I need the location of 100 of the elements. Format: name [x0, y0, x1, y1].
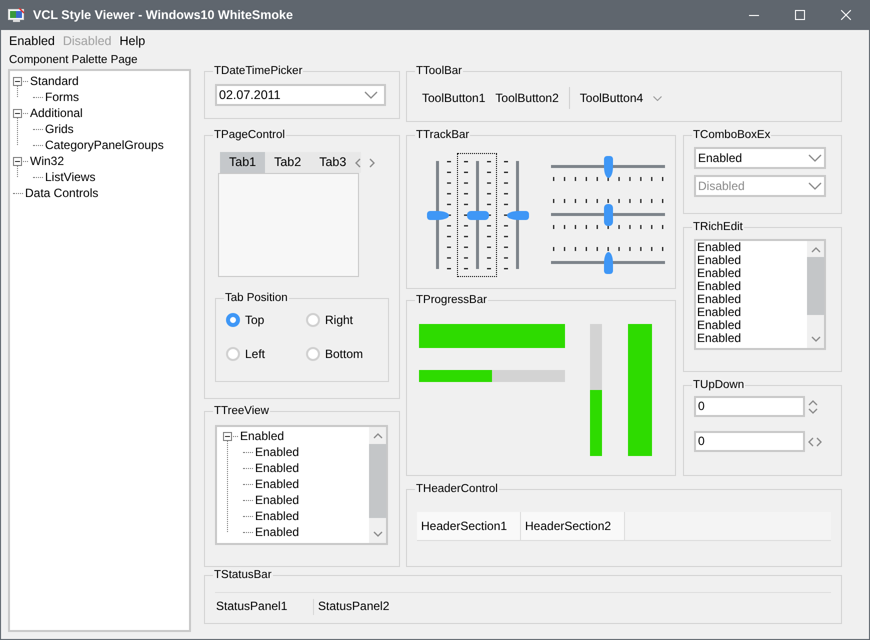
- vertical-slider[interactable]: [457, 153, 497, 277]
- slider-thumb[interactable]: [506, 210, 528, 220]
- tab[interactable]: Tab2: [265, 152, 310, 173]
- tree-item[interactable]: Win32: [30, 153, 64, 169]
- collapse-icon[interactable]: [13, 108, 22, 118]
- spin-right-icon[interactable]: [816, 436, 822, 446]
- tree-item[interactable]: Forms: [45, 89, 79, 105]
- tree-item[interactable]: Enabled: [255, 476, 300, 492]
- radio-button[interactable]: [306, 313, 320, 327]
- tree-item[interactable]: Enabled: [240, 428, 284, 444]
- date-picker[interactable]: 02.07.2011: [215, 84, 386, 106]
- tree-item[interactable]: ListViews: [45, 169, 96, 185]
- tab[interactable]: Tab3: [310, 152, 356, 173]
- header-section[interactable]: HeaderSection1: [417, 512, 521, 540]
- tree-line: [17, 117, 18, 145]
- radio-button[interactable]: [226, 313, 240, 327]
- slider-thumb[interactable]: [604, 252, 612, 274]
- group-title: TProgressBar: [415, 294, 488, 306]
- slider-thumb[interactable]: [426, 210, 448, 220]
- group-title: TDateTimePicker: [213, 65, 304, 77]
- number-field[interactable]: 0: [694, 431, 805, 452]
- chevron-down-icon[interactable]: [808, 154, 822, 162]
- radio-label[interactable]: Top: [245, 313, 264, 327]
- group-title: TPageControl: [213, 129, 286, 141]
- number-field[interactable]: 0: [694, 396, 805, 417]
- group-title: Tab Position: [224, 292, 289, 304]
- tree-item[interactable]: Enabled: [255, 492, 300, 508]
- tab[interactable]: Tab1: [220, 152, 266, 173]
- tree-item[interactable]: Grids: [45, 121, 74, 137]
- chevron-up-icon[interactable]: [372, 433, 382, 439]
- text-line: Enabled: [697, 293, 742, 306]
- group-title: TComboBoxEx: [692, 129, 772, 141]
- radio-label[interactable]: Right: [325, 313, 354, 327]
- collapse-icon[interactable]: [13, 156, 22, 166]
- scrollbar-thumb[interactable]: [369, 444, 386, 518]
- text-line: Enabled: [697, 254, 742, 267]
- group-title: TTreeView: [213, 405, 270, 417]
- collapse-icon[interactable]: [13, 76, 22, 86]
- text-line: Enabled: [697, 280, 742, 293]
- tree-line: [33, 128, 43, 130]
- toolbar-button[interactable]: ToolButton2: [490, 88, 564, 108]
- tree-item[interactable]: Data Controls: [25, 185, 98, 201]
- chevron-down-icon[interactable]: [810, 336, 820, 342]
- text-line: Enabled: [697, 319, 742, 332]
- group-title: TTrackBar: [415, 129, 470, 141]
- scrollbar[interactable]: [369, 427, 386, 543]
- app-icon: [8, 8, 25, 22]
- spin-up-icon[interactable]: [808, 400, 818, 406]
- chevron-right-icon[interactable]: [369, 158, 376, 168]
- tree-line: [33, 144, 43, 146]
- text-line: Enabled: [697, 241, 742, 254]
- window-title: VCL Style Viewer - Windows10 WhiteSmoke: [33, 8, 294, 22]
- toolbar-dropdown-button[interactable]: ToolButton4: [574, 88, 668, 108]
- maximize-icon[interactable]: [795, 10, 805, 20]
- menu-item[interactable]: Enabled: [5, 34, 59, 48]
- radio-label[interactable]: Bottom: [325, 347, 364, 361]
- spin-down-icon[interactable]: [808, 408, 818, 414]
- tree-item[interactable]: Enabled: [255, 524, 300, 540]
- group-title: TRichEdit: [692, 221, 744, 233]
- tree-item[interactable]: Enabled: [255, 460, 300, 476]
- tree-line: [33, 176, 43, 178]
- chevron-left-icon[interactable]: [355, 158, 362, 168]
- tree-item[interactable]: Additional: [30, 105, 83, 121]
- status-text: StatusPanel2: [317, 599, 390, 615]
- tree-line: [33, 96, 43, 98]
- chevron-up-icon[interactable]: [810, 247, 820, 253]
- panel-label: Component Palette Page: [9, 54, 139, 66]
- chevron-down-icon[interactable]: [364, 91, 378, 99]
- toolbar-button[interactable]: ToolButton1: [417, 88, 490, 108]
- tree-line: [17, 85, 18, 97]
- scrollbar[interactable]: [807, 241, 824, 348]
- caret-icon[interactable]: [653, 96, 662, 100]
- radio-button[interactable]: [226, 347, 240, 361]
- scrollbar-thumb[interactable]: [807, 257, 824, 315]
- text-line: Enabled: [697, 267, 742, 280]
- menu-item[interactable]: Help: [116, 34, 150, 48]
- tree-item[interactable]: CategoryPanelGroups: [45, 137, 164, 153]
- group-title: TToolBar: [415, 65, 464, 77]
- close-icon[interactable]: [841, 10, 851, 20]
- group-title: THeaderControl: [415, 483, 499, 495]
- text-line: Enabled: [697, 332, 742, 345]
- slider-thumb[interactable]: [466, 210, 488, 220]
- group-title: TStatusBar: [213, 569, 273, 581]
- chevron-down-icon[interactable]: [372, 531, 382, 537]
- tree-line: [17, 165, 18, 177]
- collapse-icon[interactable]: [223, 432, 232, 440]
- tree-line: [13, 192, 23, 194]
- group-title: TUpDown: [692, 379, 746, 391]
- tree-item[interactable]: Enabled: [255, 444, 300, 460]
- slider-thumb[interactable]: [604, 204, 612, 226]
- spin-left-icon[interactable]: [808, 436, 814, 446]
- text-line: Enabled: [697, 306, 742, 319]
- tree-item[interactable]: Enabled: [255, 508, 300, 524]
- combo-box[interactable]: Enabled: [694, 147, 826, 169]
- status-text: StatusPanel1: [215, 599, 314, 615]
- radio-label[interactable]: Left: [245, 347, 266, 361]
- tree-item[interactable]: Standard: [30, 73, 79, 89]
- radio-button[interactable]: [306, 347, 320, 361]
- slider-thumb[interactable]: [604, 156, 612, 178]
- toolbar-separator: [568, 87, 570, 109]
